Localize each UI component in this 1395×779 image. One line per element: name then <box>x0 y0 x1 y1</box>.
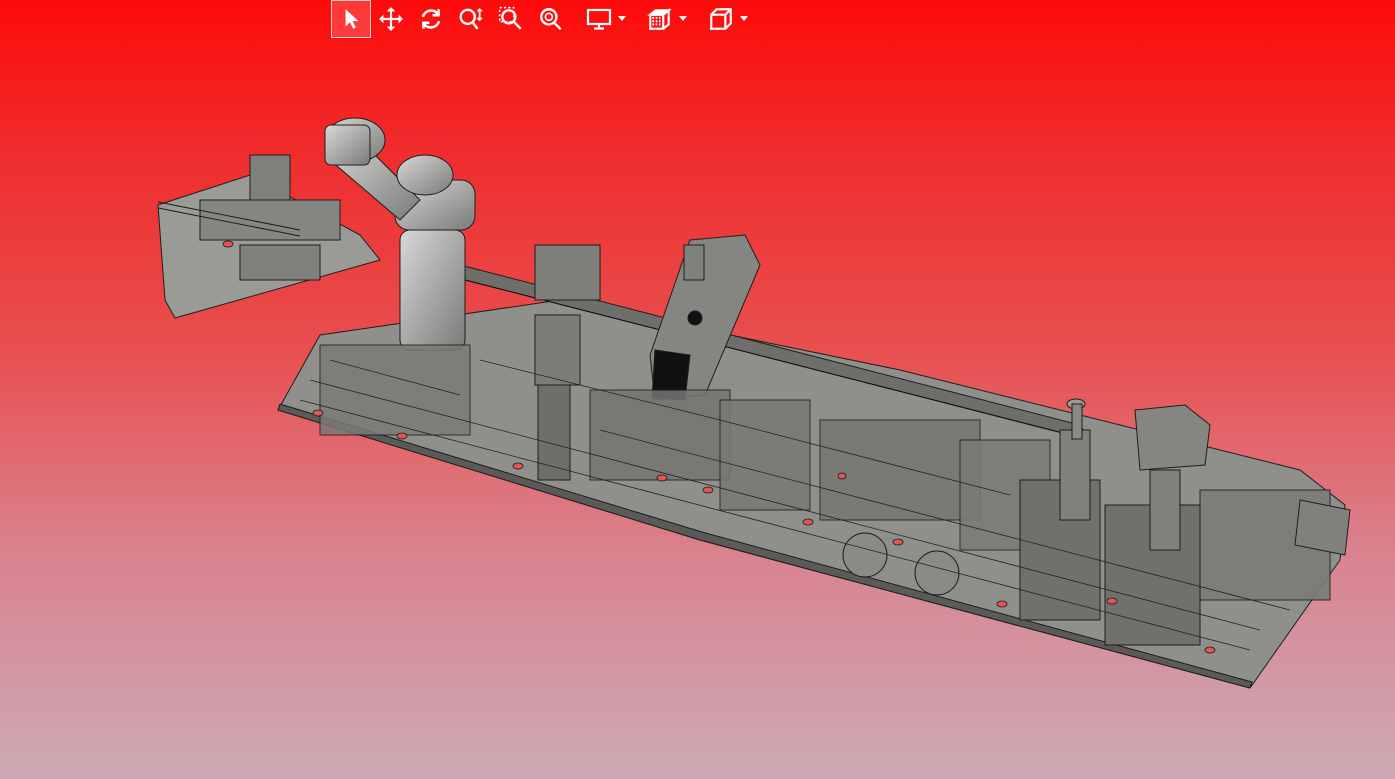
section-button[interactable] <box>641 0 679 38</box>
view-orientation-caret[interactable] <box>740 0 754 38</box>
chevron-down-icon <box>618 16 626 21</box>
view-orientation-button[interactable] <box>702 0 740 38</box>
zoom-window-icon <box>498 6 522 30</box>
model-viewport[interactable] <box>0 0 1395 779</box>
view-toolbar <box>331 0 754 38</box>
zoom-updown-icon <box>459 8 483 30</box>
zoom-fit-icon <box>540 8 562 31</box>
round-tank-1 <box>842 532 888 578</box>
assembly-model <box>157 117 1351 689</box>
zoom-tool-button[interactable] <box>451 0 491 38</box>
cube-view-icon <box>710 8 732 30</box>
cursor-arrow-icon <box>345 9 359 29</box>
rotate-tool-button[interactable] <box>411 0 451 38</box>
zoom-window-button[interactable] <box>491 0 531 38</box>
round-tank-2 <box>914 550 960 596</box>
rotate-icon <box>421 9 441 29</box>
chevron-down-icon <box>740 16 748 21</box>
monitor-icon <box>586 8 612 30</box>
display-mode-caret[interactable] <box>618 0 632 38</box>
zoom-fit-button[interactable] <box>531 0 571 38</box>
move-arrows-icon <box>379 7 403 31</box>
section-box-icon <box>647 8 672 30</box>
select-tool-button[interactable] <box>331 0 371 38</box>
view-orientation-dropdown[interactable] <box>702 0 754 38</box>
display-mode-button[interactable] <box>580 0 618 38</box>
display-mode-dropdown[interactable] <box>580 0 632 38</box>
pan-tool-button[interactable] <box>371 0 411 38</box>
section-dropdown[interactable] <box>641 0 693 38</box>
chevron-down-icon <box>679 16 687 21</box>
section-caret[interactable] <box>679 0 693 38</box>
